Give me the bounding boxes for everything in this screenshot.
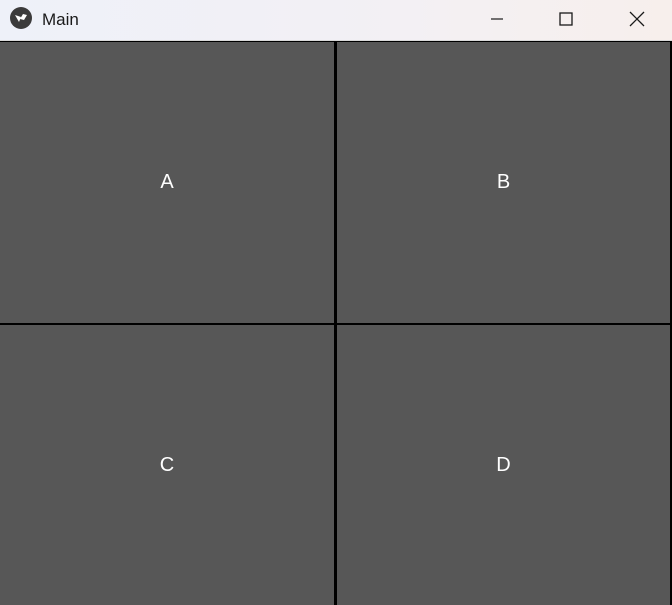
close-icon: [629, 11, 645, 27]
button-c[interactable]: C: [0, 325, 334, 605]
button-b[interactable]: B: [337, 42, 670, 323]
button-d-label: D: [496, 453, 511, 476]
close-button[interactable]: [602, 0, 672, 38]
button-a[interactable]: A: [0, 42, 334, 323]
app-window: Main A B C D: [0, 0, 672, 605]
button-b-label: B: [496, 171, 511, 193]
window-title: Main: [42, 10, 79, 29]
button-d[interactable]: D: [337, 325, 670, 605]
button-c-label: C: [159, 453, 175, 476]
button-grid: A B C D: [0, 41, 672, 605]
maximize-icon: [559, 12, 573, 26]
kivy-logo-icon: [10, 7, 32, 29]
button-a-label: A: [160, 171, 174, 193]
title-bar[interactable]: Main: [0, 0, 672, 41]
minimize-icon: [491, 18, 503, 20]
minimize-button[interactable]: [462, 0, 532, 38]
maximize-button[interactable]: [531, 0, 601, 38]
